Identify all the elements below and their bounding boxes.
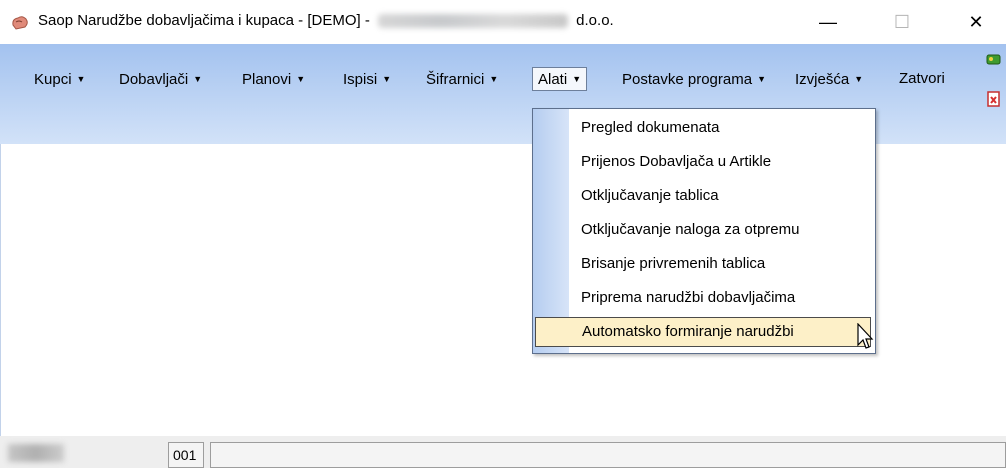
menu-postavke-programa[interactable]: Postavke programa ▼ <box>618 67 770 91</box>
menu-zatvori-label: Zatvori <box>899 70 945 87</box>
maximize-button[interactable]: ☐ <box>880 6 924 38</box>
dropdown-arrow-icon: ▼ <box>76 74 86 84</box>
menu-izvjesca-label: Izvješća <box>795 71 850 88</box>
dropdown-arrow-icon: ▼ <box>489 74 499 84</box>
status-message-field <box>210 442 1006 468</box>
menu-zatvori[interactable]: Zatvori <box>895 67 949 91</box>
menu-item-brisanje-tablica[interactable]: Brisanje privremenih tablica <box>571 249 871 279</box>
menu-kupci[interactable]: Kupci ▼ <box>30 67 89 91</box>
menu-alati-label: Alati <box>538 71 568 88</box>
mouse-pointer-icon <box>857 323 874 349</box>
blurred-company-name <box>378 14 568 29</box>
window-title-prefix: Saop Narudžbe dobavljačima i kupaca - [D… <box>38 12 370 29</box>
menu-izvjesca[interactable]: Izvješća ▼ <box>791 67 867 91</box>
menu-planovi[interactable]: Planovi ▼ <box>238 67 309 91</box>
dropdown-arrow-icon: ▼ <box>296 74 306 84</box>
menu-dobavljaci[interactable]: Dobavljači ▼ <box>115 67 206 91</box>
menu-kupci-label: Kupci <box>34 71 72 88</box>
menu-sifrarnici[interactable]: Šifrarnici ▼ <box>422 67 502 91</box>
status-company-code: 001 <box>168 442 204 468</box>
menu-item-otkljucavanje-naloga[interactable]: Otključavanje naloga za otpremu <box>571 215 871 245</box>
window-title: Saop Narudžbe dobavljačima i kupaca - [D… <box>38 11 614 31</box>
minimize-button[interactable]: — <box>806 6 850 38</box>
green-tool-icon[interactable] <box>985 50 1003 68</box>
dropdown-arrow-icon: ▼ <box>757 74 766 84</box>
menu-planovi-label: Planovi <box>242 71 292 88</box>
saop-app-icon <box>12 16 28 30</box>
close-button[interactable]: ✕ <box>954 6 998 38</box>
red-document-icon[interactable] <box>985 90 1003 108</box>
menu-ispisi-label: Ispisi <box>343 71 378 88</box>
menu-dobavljaci-label: Dobavljači <box>119 71 189 88</box>
status-bar: 001 <box>0 436 1006 468</box>
menu-item-pregled-dokumenata[interactable]: Pregled dokumenata <box>571 113 871 143</box>
menu-sifrarnici-label: Šifrarnici <box>426 71 485 88</box>
dropdown-arrow-icon: ▼ <box>382 74 392 84</box>
menu-postavke-label: Postavke programa <box>622 71 753 88</box>
dropdown-arrow-icon: ▼ <box>572 74 582 84</box>
menu-item-priprema-narudzbi[interactable]: Priprema narudžbi dobavljačima <box>571 283 871 313</box>
menu-ispisi[interactable]: Ispisi ▼ <box>339 67 395 91</box>
menu-item-otkljucavanje-tablica[interactable]: Otključavanje tablica <box>571 181 871 211</box>
menu-item-prijenos-dobavljaca[interactable]: Prijenos Dobavljača u Artikle <box>571 147 871 177</box>
window-title-suffix: d.o.o. <box>576 12 614 29</box>
app-window: Saop Narudžbe dobavljačima i kupaca - [D… <box>0 0 1006 468</box>
alati-dropdown-menu: Pregled dokumenata Prijenos Dobavljača u… <box>532 108 876 354</box>
status-blurred-user <box>8 444 64 462</box>
menu-item-automatsko-formiranje[interactable]: Automatsko formiranje narudžbi <box>535 317 871 347</box>
title-bar: Saop Narudžbe dobavljačima i kupaca - [D… <box>0 0 1006 44</box>
dropdown-arrow-icon: ▼ <box>854 74 864 84</box>
dropdown-arrow-icon: ▼ <box>193 74 203 84</box>
menu-alati[interactable]: Alati ▼ <box>532 67 588 91</box>
